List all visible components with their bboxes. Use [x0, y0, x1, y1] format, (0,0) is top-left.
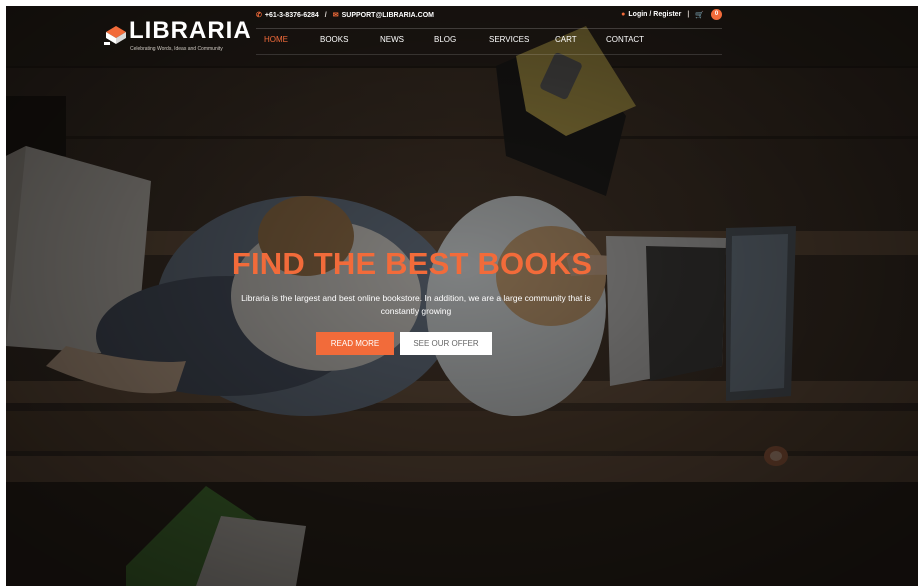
phone-number[interactable]: +61-3-8376-6284 [265, 12, 319, 19]
nav-item-contact[interactable]: CONTACT [606, 35, 644, 44]
site-header: LIBRARIA Celebrating Words, Ideas and Co… [6, 6, 918, 66]
nav-item-news[interactable]: NEWS [380, 35, 404, 44]
envelope-icon: ✉ [332, 12, 339, 19]
login-register-link[interactable]: Login / Register [628, 11, 681, 18]
site-logo[interactable]: LIBRARIA Celebrating Words, Ideas and Co… [104, 18, 251, 54]
nav-item-blog[interactable]: BLOG [434, 35, 456, 44]
see-our-offer-button[interactable]: SEE OUR OFFER [400, 332, 492, 355]
main-navigation: HOME BOOKS NEWS BLOG SERVICES CART CONTA… [256, 30, 722, 55]
hero-subtitle: Libraria is the largest and best online … [241, 293, 591, 316]
cart-count-badge[interactable]: 0 [711, 9, 722, 20]
contact-info: ✆ +61-3-8376-6284 / ✉ SUPPORT@LIBRARIA.COM [256, 11, 434, 19]
account-area: ● Login / Register | 🛒 0 [621, 9, 722, 20]
nav-item-cart[interactable]: CART [555, 35, 577, 44]
hero-title: FIND THE BEST BOOKS [231, 246, 593, 281]
support-email[interactable]: SUPPORT@LIBRARIA.COM [342, 12, 434, 19]
browser-viewport: LIBRARIA Celebrating Words, Ideas and Co… [6, 6, 918, 586]
lock-icon: ● [621, 11, 626, 18]
cart-icon[interactable]: 🛒 [695, 11, 704, 19]
brand-tagline: Celebrating Words, Ideas and Community [130, 46, 223, 52]
brand-name: LIBRARIA [129, 17, 252, 44]
phone-icon: ✆ [256, 12, 262, 19]
account-divider: | [687, 11, 690, 18]
nav-item-services[interactable]: SERVICES [489, 35, 529, 44]
nav-item-books[interactable]: BOOKS [320, 35, 348, 44]
read-more-button[interactable]: READ MORE [316, 332, 394, 355]
top-bar: ✆ +61-3-8376-6284 / ✉ SUPPORT@LIBRARIA.COM ●… [256, 6, 722, 29]
contact-separator: / [324, 12, 327, 19]
book-logo-icon [104, 26, 126, 45]
nav-item-home[interactable]: HOME [264, 35, 288, 44]
